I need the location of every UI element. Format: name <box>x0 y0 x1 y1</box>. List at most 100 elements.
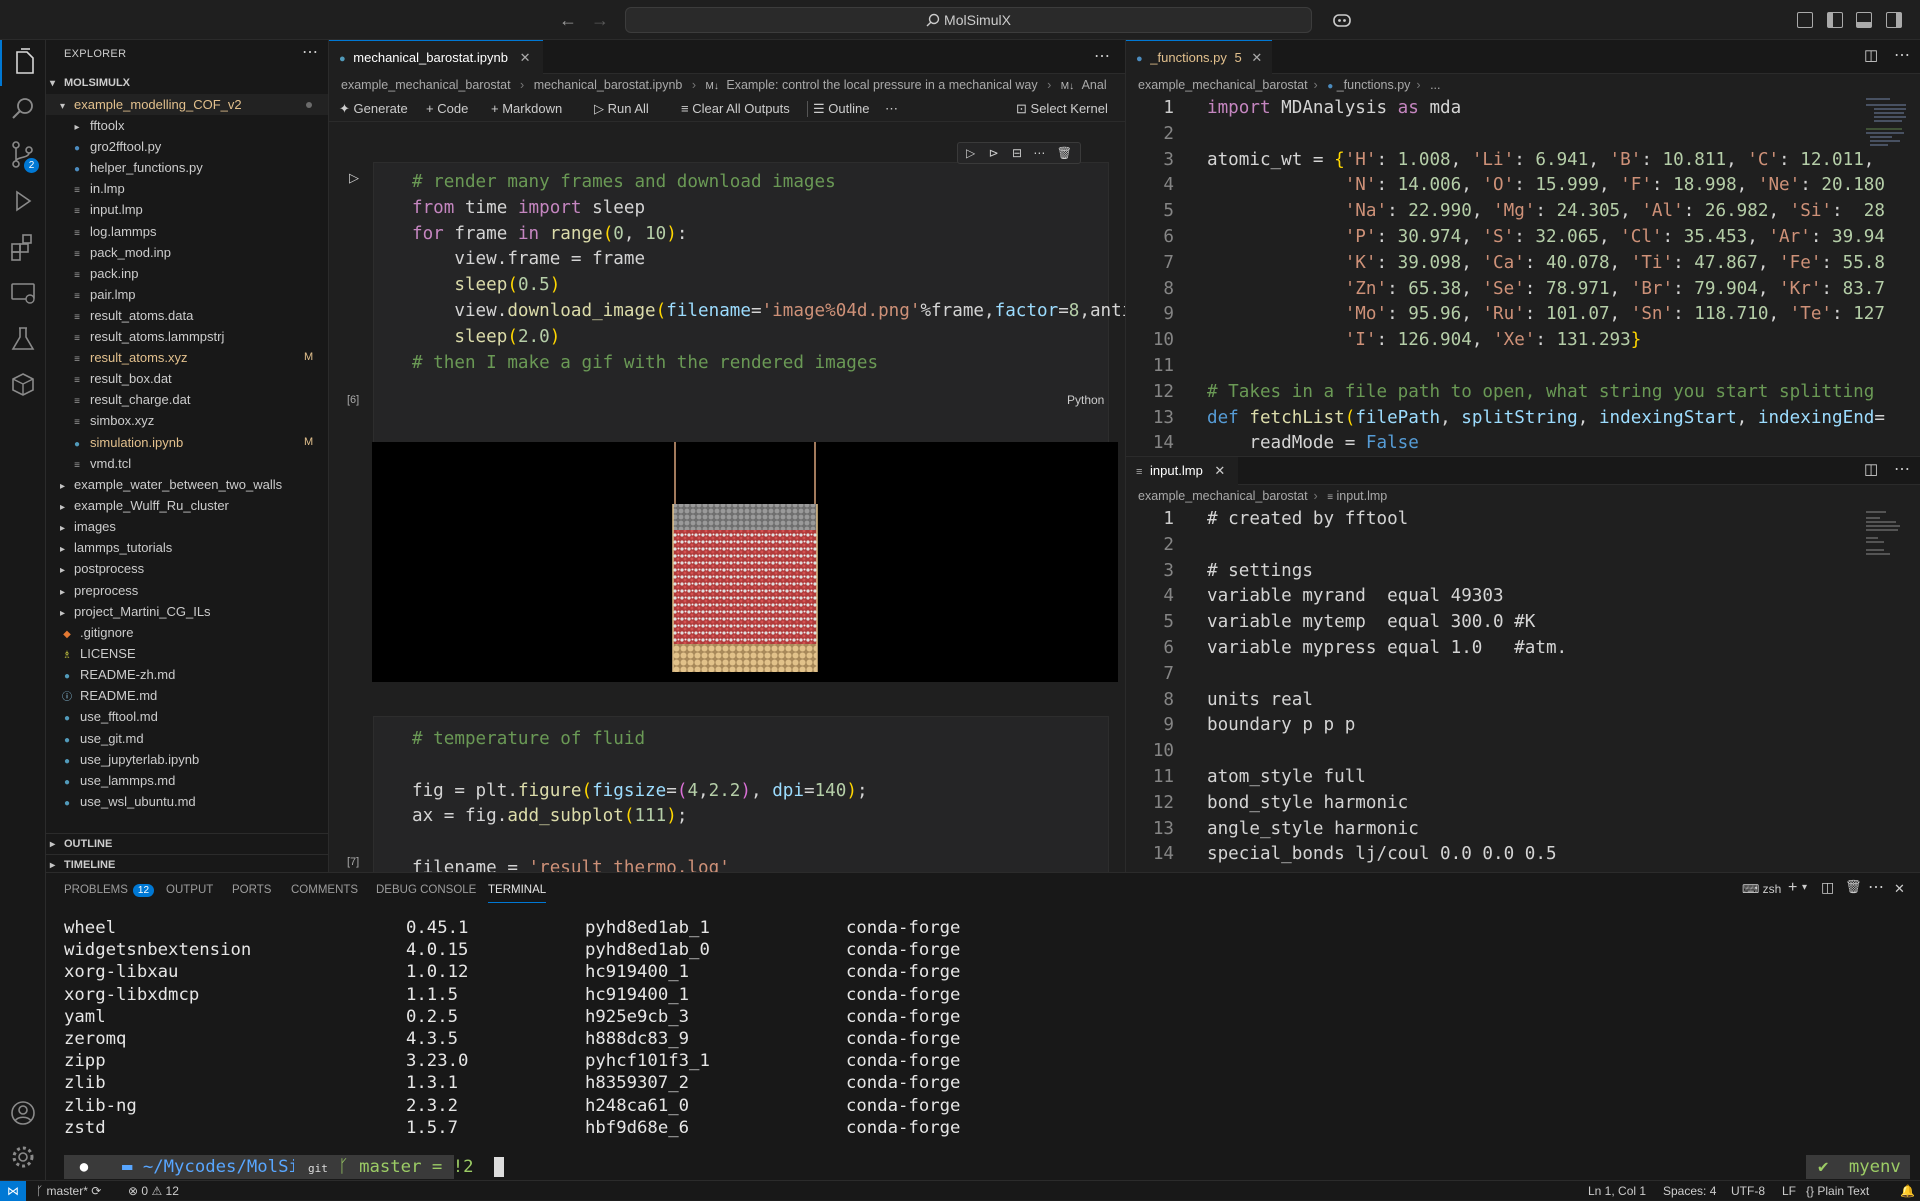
tab-functions-py[interactable]: ● _functions.py 5 ✕ <box>1126 40 1272 74</box>
extensions-icon[interactable] <box>0 224 46 270</box>
file-item[interactable]: ♗ LICENSE <box>46 643 328 664</box>
cell-language[interactable]: Python <box>1067 393 1104 407</box>
breadcrumb-item[interactable]: example_mechanical_barostat <box>341 78 511 92</box>
breadcrumb-item[interactable]: input.lmp <box>1337 489 1388 503</box>
file-item[interactable]: ● README-zh.md <box>46 664 328 685</box>
chevron-down-icon[interactable]: ▾ <box>1802 882 1807 893</box>
remote-explorer-icon[interactable] <box>0 270 46 316</box>
toggle-sidebar-icon[interactable] <box>1827 12 1843 28</box>
testing-flask-icon[interactable] <box>0 316 46 362</box>
command-center-search[interactable]: MolSimulX <box>625 7 1312 33</box>
run-debug-icon[interactable] <box>0 178 46 224</box>
tab-input-lmp[interactable]: ≡ input.lmp ✕ <box>1126 457 1238 485</box>
folder-item[interactable]: ▸ lammps_tutorials <box>46 537 328 558</box>
kill-terminal-icon[interactable]: 🗑 <box>1845 879 1862 895</box>
file-item[interactable]: ● use_jupyterlab.ipynb <box>46 749 328 770</box>
folder-item[interactable]: ▸ preprocess <box>46 580 328 601</box>
select-kernel-button[interactable]: ⊡ Select Kernel <box>1016 96 1108 122</box>
folder-item[interactable]: ▸ example_Wulff_Ru_cluster <box>46 495 328 516</box>
tab-ports[interactable]: PORTS <box>232 873 271 907</box>
run-all-button[interactable]: ▷ Run All <box>594 96 649 122</box>
minimap[interactable] <box>1864 509 1908 569</box>
timeline-section[interactable]: ▸ TIMELINE <box>46 854 328 872</box>
explorer-more-icon[interactable]: ⋯ <box>302 42 318 62</box>
close-icon[interactable]: ✕ <box>1251 50 1262 65</box>
tab-output[interactable]: OUTPUT <box>166 873 213 907</box>
forward-arrow-icon[interactable]: → <box>588 8 612 32</box>
file-item[interactable]: ● helper_functions.py <box>46 157 328 178</box>
generate-button[interactable]: ✦ Generate <box>339 96 408 122</box>
file-item[interactable]: ≡ input.lmp <box>46 199 328 220</box>
more-actions-icon[interactable]: ⋯ <box>1894 45 1910 65</box>
copilot-icon[interactable] <box>1326 8 1360 32</box>
terminal-shell-selector[interactable]: ⌨ zsh <box>1742 882 1781 896</box>
cell-more-icon[interactable]: ⋯ <box>1033 146 1045 160</box>
sync-icon[interactable]: ⟳ <box>91 1184 101 1198</box>
toggle-panel-icon[interactable] <box>1856 12 1872 28</box>
back-arrow-icon[interactable]: ← <box>556 8 580 32</box>
file-item[interactable]: ⓘ README.md <box>46 685 328 706</box>
close-icon[interactable]: ✕ <box>1214 463 1225 478</box>
more-actions-icon[interactable]: ⋯ <box>1094 46 1110 66</box>
split-terminal-icon[interactable]: ◫ <box>1821 879 1834 896</box>
toggle-secondary-sidebar-icon[interactable] <box>1886 12 1902 28</box>
more-icon[interactable]: ⋯ <box>885 96 898 122</box>
split-cell-icon[interactable]: ⊟ <box>1012 146 1022 160</box>
file-item[interactable]: ● gro2fftool.py <box>46 136 328 157</box>
cursor-position[interactable]: Ln 1, Col 1 <box>1588 1181 1646 1201</box>
explorer-icon[interactable] <box>0 40 46 86</box>
file-item[interactable]: ≡ result_box.dat <box>46 368 328 389</box>
line-ending[interactable]: LF <box>1782 1181 1796 1201</box>
source-control-icon[interactable]: 2 <box>0 132 46 178</box>
breadcrumb-item[interactable]: Example: control the local pressure in a… <box>726 78 1037 92</box>
indentation[interactable]: Spaces: 4 <box>1663 1181 1716 1201</box>
breadcrumb-item[interactable]: Anal <box>1082 78 1107 92</box>
breadcrumb-item[interactable]: mechanical_barostat.ipynb <box>534 78 683 92</box>
file-item[interactable]: ● use_wsl_ubuntu.md <box>46 791 328 812</box>
layout-customize-icon[interactable] <box>1797 12 1813 28</box>
folder-item[interactable]: ▸ images <box>46 516 328 537</box>
split-editor-icon[interactable]: ◫ <box>1864 460 1878 478</box>
more-actions-icon[interactable]: ⋯ <box>1868 877 1884 897</box>
add-markdown-button[interactable]: + Markdown <box>491 96 562 122</box>
accounts-icon[interactable] <box>0 1090 46 1136</box>
folder-item[interactable]: ▸ example_water_between_two_walls <box>46 474 328 495</box>
file-item[interactable]: ≡ in.lmp <box>46 178 328 199</box>
breadcrumb-item[interactable]: ... <box>1430 78 1440 92</box>
more-actions-icon[interactable]: ⋯ <box>1894 459 1910 479</box>
breadcrumb-item[interactable]: example_mechanical_barostat <box>1138 489 1308 503</box>
split-editor-icon[interactable]: ◫ <box>1864 46 1878 64</box>
containers-icon[interactable] <box>0 362 46 408</box>
tab-comments[interactable]: COMMENTS <box>291 873 358 907</box>
file-item[interactable]: ● use_git.md <box>46 728 328 749</box>
notifications-bell-icon[interactable]: 🔔 <box>1900 1181 1915 1201</box>
file-item[interactable]: ≡ pair.lmp <box>46 284 328 305</box>
file-item[interactable]: ● use_fftool.md <box>46 706 328 727</box>
file-item[interactable]: ≡ log.lammps <box>46 221 328 242</box>
run-above-icon[interactable]: ▷ <box>966 146 975 160</box>
run-cell-icon[interactable]: ▷ <box>349 170 359 186</box>
outline-section[interactable]: ▸ OUTLINE <box>46 833 328 854</box>
folder-item[interactable]: ▸ postprocess <box>46 558 328 579</box>
file-item[interactable]: ◆ .gitignore <box>46 622 328 643</box>
file-item[interactable]: ● simulation.ipynb M <box>46 432 328 453</box>
tab-terminal[interactable]: TERMINAL <box>488 873 547 903</box>
close-panel-icon[interactable]: ✕ <box>1894 881 1905 897</box>
encoding[interactable]: UTF-8 <box>1731 1181 1765 1201</box>
settings-gear-icon[interactable] <box>0 1134 46 1180</box>
search-view-icon[interactable] <box>0 86 46 132</box>
problems-status[interactable]: ⊗ 0 ⚠ 12 <box>128 1181 179 1201</box>
tab-problems[interactable]: PROBLEMS 12 <box>64 873 155 907</box>
file-item[interactable]: ≡ result_atoms.xyz M <box>46 347 328 368</box>
delete-cell-icon[interactable]: 🗑 <box>1057 146 1072 160</box>
tree-folder-open[interactable]: ▾ example_modelling_COF_v2 <box>46 94 328 115</box>
folder-item[interactable]: ▸ project_Martini_CG_ILs <box>46 601 328 622</box>
clear-outputs-button[interactable]: ≡ Clear All Outputs <box>681 96 790 122</box>
file-item[interactable]: ▸ fftoolx <box>46 115 328 136</box>
file-item[interactable]: ≡ result_atoms.lammpstrj <box>46 326 328 347</box>
outline-button[interactable]: ☰ Outline <box>813 96 869 122</box>
tab-debug-console[interactable]: DEBUG CONSOLE <box>376 873 476 907</box>
file-item[interactable]: ≡ result_atoms.data <box>46 305 328 326</box>
file-item[interactable]: ≡ pack_mod.inp <box>46 242 328 263</box>
add-code-button[interactable]: + Code <box>426 96 468 122</box>
